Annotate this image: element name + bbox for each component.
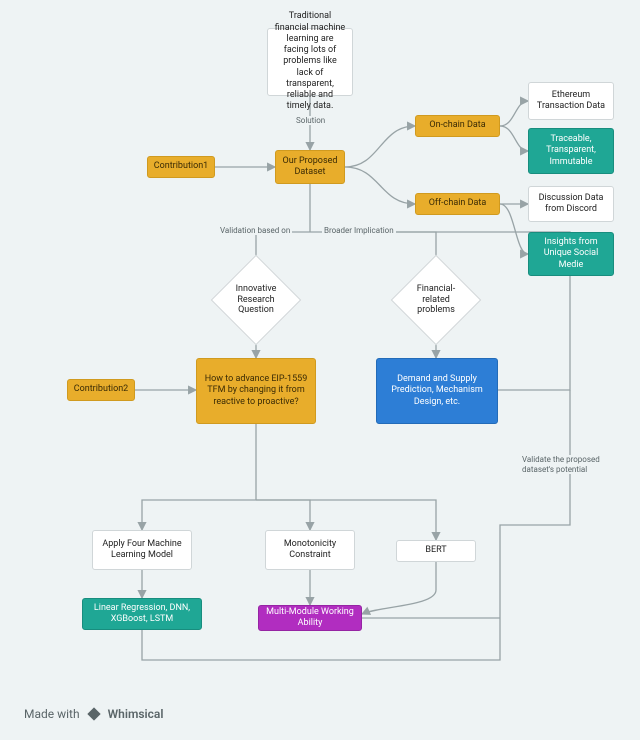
node-models: Linear Regression, DNN, XGBoost, LSTM: [82, 598, 202, 630]
node-proposed-dataset: Our Proposed Dataset: [275, 150, 345, 184]
node-demand-supply: Demand and Supply Prediction, Mechanism …: [376, 358, 498, 424]
whimsical-logo-icon: [86, 706, 102, 722]
node-eip: How to advance EIP-1559 TFM by changing …: [196, 358, 316, 424]
node-offchain-data: Off-chain Data: [415, 193, 500, 215]
node-contribution1: Contribution1: [147, 156, 215, 178]
node-onchain-data: On-chain Data: [415, 115, 500, 137]
edge-label-validate-potential: Validate the proposed dataset's potentia…: [520, 455, 608, 474]
footer-made-with: Made with: [24, 707, 80, 721]
edge-label-solution: Solution: [294, 116, 327, 125]
node-financial-related-problems: Financial-related problems: [404, 268, 468, 332]
node-monotonicity: Monotonicity Constraint: [265, 530, 355, 570]
node-apply-four-ml: Apply Four Machine Learning Model: [92, 530, 192, 570]
node-eth-tx: Ethereum Transaction Data: [528, 82, 614, 120]
node-multi-module: Multi-Module Working Ability: [258, 605, 362, 631]
node-discord: Discussion Data from Discord: [528, 186, 614, 222]
node-contribution2: Contribution2: [67, 379, 135, 401]
edge-label-validation: Validation based on: [218, 226, 292, 235]
node-bert: BERT: [396, 540, 476, 562]
footer-brand: Whimsical: [108, 707, 164, 721]
edge-label-broader: Broader Implication: [322, 226, 396, 235]
node-innovative-research-question: Innovative Research Question: [224, 268, 288, 332]
node-traceable: Traceable, Transparent, Immutable: [528, 128, 614, 174]
footer: Made with Whimsical: [24, 706, 163, 722]
node-intro: Traditional financial machine learning a…: [267, 28, 353, 96]
node-insights: Insights from Unique Social Medie: [528, 232, 614, 276]
